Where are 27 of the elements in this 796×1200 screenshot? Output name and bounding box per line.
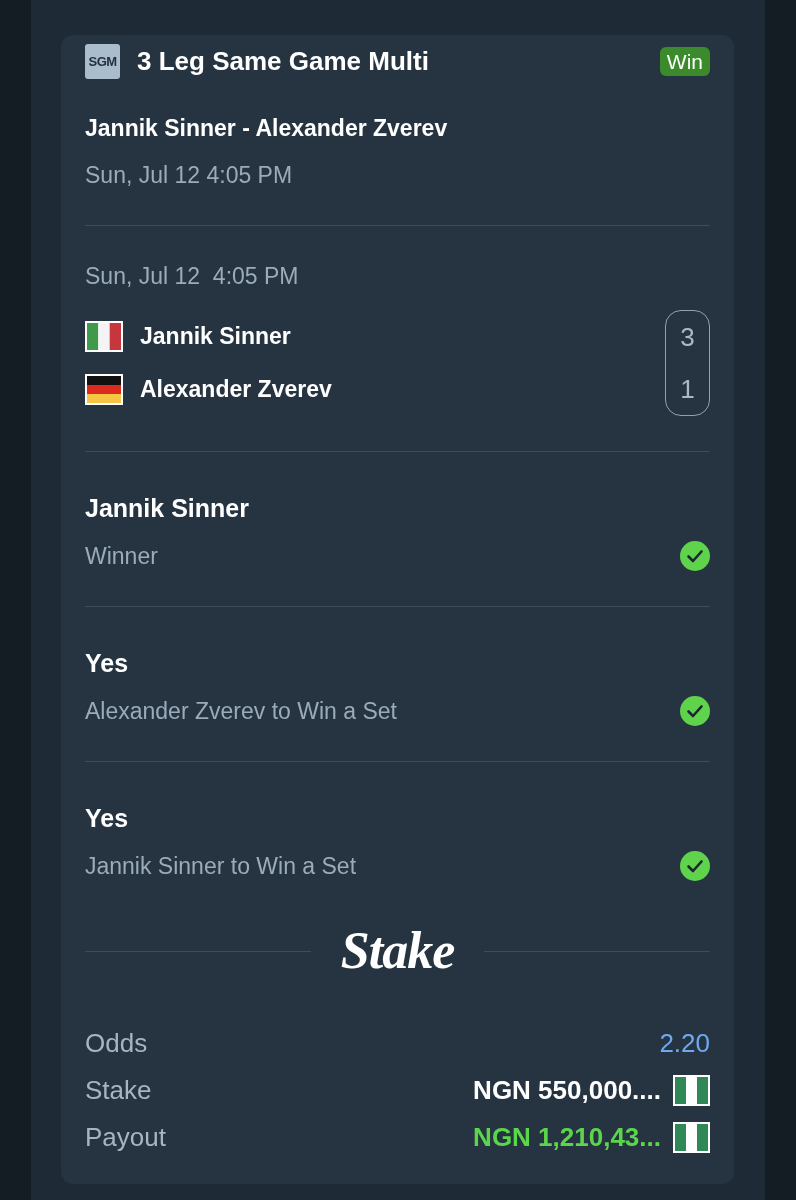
leg-market: Alexander Zverev to Win a Set xyxy=(85,697,397,725)
germany-flag-icon xyxy=(85,374,123,405)
event-name: Jannik Sinner - Alexander Zverev xyxy=(85,114,449,143)
leg-market: Winner xyxy=(85,542,158,570)
leg-selection: Yes xyxy=(85,648,130,678)
bet-title: 3 Leg Same Game Multi xyxy=(137,46,430,77)
event-date: Sun, Jul 12 4:05 PM xyxy=(85,161,294,190)
leg-selection: Yes xyxy=(85,803,130,833)
team-score: 3 xyxy=(679,320,696,354)
team-name: Jannik Sinner xyxy=(140,323,291,350)
nigeria-flag-icon xyxy=(673,1075,710,1106)
payout-value: NGN 1,210,43... xyxy=(473,1122,661,1153)
team-score: 1 xyxy=(679,372,696,406)
summary-label: Payout xyxy=(85,1122,166,1153)
status-badge: Win xyxy=(659,47,710,76)
match-date: Sun, Jul 12 4:05 PM xyxy=(85,262,300,291)
nigeria-flag-icon xyxy=(673,1122,710,1153)
bet-type-tag: SGM xyxy=(85,44,120,79)
summary-label: Odds xyxy=(85,1028,148,1059)
italy-flag-icon xyxy=(85,321,123,352)
leg-selection: Jannik Sinner xyxy=(85,493,250,523)
brand-logo: Stake xyxy=(340,921,455,981)
team-name: Alexander Zverev xyxy=(140,376,332,403)
leg-market: Jannik Sinner to Win a Set xyxy=(85,852,357,880)
summary-label: Stake xyxy=(85,1075,152,1106)
stake-value: NGN 550,000.... xyxy=(473,1075,661,1106)
odds-value: 2.20 xyxy=(659,1028,710,1059)
